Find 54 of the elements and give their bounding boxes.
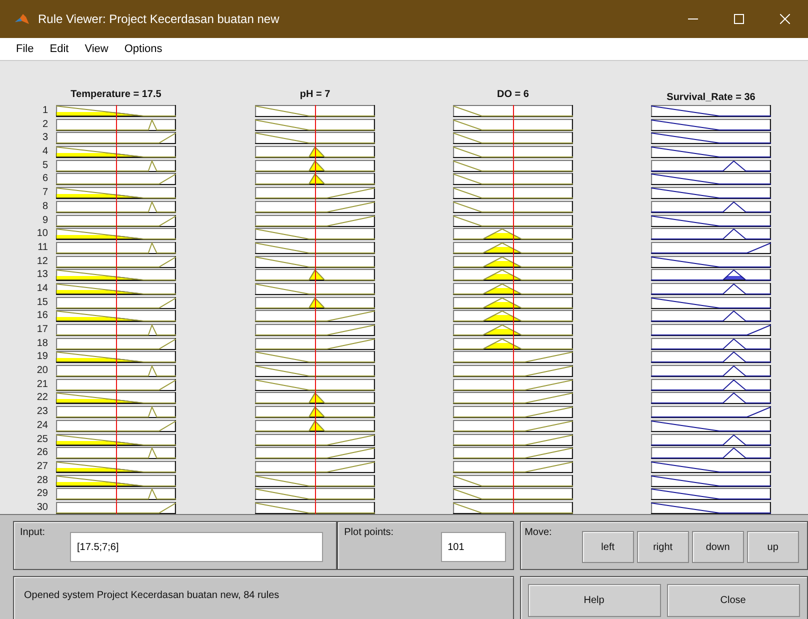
rule-number: 3 <box>41 132 49 144</box>
variable-label: pH = 7 <box>300 89 330 102</box>
plot-points-label: Plot points: <box>344 527 394 540</box>
status-message: Opened system Project Kecerdasan buatan new, 84 rules <box>24 590 280 601</box>
rule-number: 19 <box>36 351 49 364</box>
plot-points-field[interactable]: 101 <box>440 532 506 562</box>
menu-item[interactable]: Edit <box>50 43 69 55</box>
rule-number: 21 <box>36 378 49 391</box>
move-label: Move: <box>524 527 552 540</box>
rule-number: 4 <box>41 146 49 158</box>
rule-number: 25 <box>36 434 49 446</box>
move-button[interactable]: up <box>746 531 799 563</box>
menu-item[interactable]: File <box>16 43 34 55</box>
rule-number: 13 <box>36 269 49 282</box>
dialog-button[interactable]: Close <box>666 584 800 617</box>
input-field[interactable]: [17.5;7;6] <box>70 532 324 562</box>
menu-item[interactable]: View <box>84 43 108 55</box>
rule-number: 18 <box>36 338 49 350</box>
rule-number: 6 <box>41 173 49 186</box>
variable-label: DO = 6 <box>497 89 529 102</box>
rule-number: 23 <box>36 406 49 418</box>
rule-number: 15 <box>36 296 49 309</box>
input-label: Input: <box>20 527 46 540</box>
rule-number: 10 <box>36 228 49 240</box>
rule-number: 29 <box>36 488 49 500</box>
rule-number: 9 <box>41 214 49 226</box>
variable-label: Survival_Rate = 36 <box>666 92 756 105</box>
rule-number: 7 <box>41 187 49 200</box>
rule-number: 11 <box>36 242 49 254</box>
rule-number: 24 <box>36 420 49 432</box>
menu-item[interactable]: Options <box>124 43 162 55</box>
rule-number: 14 <box>36 282 49 295</box>
rule-number: 27 <box>36 460 49 473</box>
rule-number: 8 <box>41 200 49 213</box>
rule-number: 2 <box>41 118 49 131</box>
rule-number: 22 <box>36 392 49 404</box>
app-icon <box>14 12 30 26</box>
rule-number: 26 <box>36 447 49 460</box>
rule-number: 1 <box>41 105 49 117</box>
rule-number: 28 <box>36 474 49 487</box>
move-button[interactable]: down <box>692 531 744 563</box>
dialog-button[interactable]: Help <box>528 584 661 617</box>
rule-number: 17 <box>36 324 49 336</box>
window-title: Rule Viewer: Project Kecerdasan buatan new <box>38 12 280 26</box>
maximize-icon[interactable] <box>734 14 744 24</box>
move-button[interactable]: left <box>582 531 634 563</box>
rule-number: 5 <box>41 160 49 172</box>
rule-number: 16 <box>36 310 49 322</box>
rule-number: 12 <box>36 256 49 268</box>
rule-number: 30 <box>36 502 49 514</box>
move-button[interactable]: right <box>636 531 689 563</box>
close-icon[interactable] <box>780 14 790 24</box>
variable-label: Temperature = 17.5 <box>70 89 162 102</box>
rule-number: 20 <box>36 365 49 378</box>
